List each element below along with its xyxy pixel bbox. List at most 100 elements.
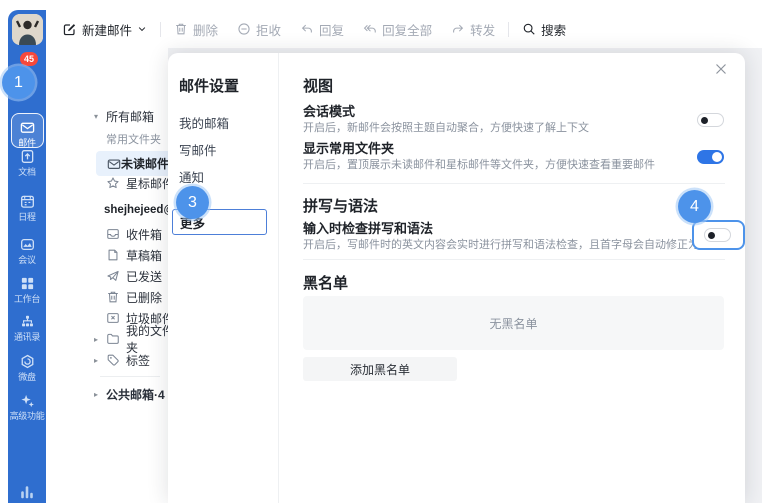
reply-button[interactable]: 回复 — [300, 20, 344, 39]
spam-box-icon — [106, 311, 120, 325]
workbench-grid-icon — [20, 276, 35, 291]
inbox-icon — [106, 227, 120, 241]
conversation-mode-desc: 开启后，新邮件会按照主题自动聚合，方便快速了解上下文 — [303, 119, 589, 135]
compose-label: 新建邮件 — [82, 20, 132, 39]
bar-chart-icon — [19, 484, 35, 500]
folder-label: 收件箱 — [126, 226, 162, 243]
collapse-arrow-icon[interactable]: ▾ — [94, 112, 106, 121]
all-mailboxes-label: 所有邮箱 — [106, 108, 154, 125]
sidebar-item-meeting[interactable]: 会议 — [8, 237, 46, 265]
close-button[interactable] — [713, 61, 729, 77]
mail-settings-panel: 邮件设置 我的邮箱 写邮件 通知 规则 更多 视图 会话模式 开启后，新邮件会按… — [168, 53, 745, 503]
meeting-icon — [20, 237, 35, 252]
expand-arrow-icon[interactable]: ▸ — [94, 356, 106, 365]
avatar[interactable] — [12, 14, 43, 45]
search-button[interactable]: 搜索 — [522, 20, 566, 39]
delete-label: 删除 — [193, 20, 218, 39]
forward-label: 转发 — [470, 20, 495, 39]
usage-stats-button[interactable] — [8, 484, 46, 500]
close-icon — [713, 61, 729, 77]
folder-label: 星标邮件 — [126, 175, 174, 192]
sidebar-item-workbench[interactable]: 工作台 — [8, 276, 46, 304]
reject-label: 拒收 — [256, 20, 281, 39]
minus-circle-icon — [237, 22, 251, 36]
compose-button[interactable]: 新建邮件 — [62, 20, 147, 39]
star-icon — [106, 176, 120, 190]
common-folders-toggle[interactable] — [697, 150, 724, 164]
spellcheck-toggle[interactable] — [704, 228, 731, 242]
unread-mail-icon — [107, 157, 121, 171]
add-blacklist-button[interactable]: 添加黑名单 — [303, 357, 457, 381]
expand-arrow-icon[interactable]: ▸ — [94, 335, 106, 344]
common-folders-desc: 开启后，置顶展示未读邮件和星标邮件等文件夹，方便快速查看重要邮件 — [303, 156, 655, 172]
spellcheck-desc: 开启后，写邮件时的英文内容会实时进行拼写和语法检查，且首字母会自动修正为大写。 — [303, 236, 732, 252]
sidebar-item-drive[interactable]: 微盘 — [8, 354, 46, 382]
reply-all-label: 回复全部 — [382, 20, 432, 39]
annotation-badge-1: 1 — [2, 66, 35, 99]
rail-unread-count-badge: 45 — [20, 52, 38, 66]
reply-all-button[interactable]: 回复全部 — [363, 20, 432, 39]
sidebar-item-label: 会议 — [18, 255, 35, 265]
annotation-badge-4: 4 — [678, 190, 711, 223]
sidebar-item-label: 工作台 — [14, 294, 40, 304]
settings-menu-divider — [278, 53, 279, 503]
conversation-mode-toggle[interactable] — [697, 113, 724, 127]
forward-button[interactable]: 转发 — [451, 20, 495, 39]
folder-label: 公共邮箱·4 — [106, 386, 165, 403]
drive-hexagon-icon — [20, 354, 35, 369]
sidebar-item-label: 日程 — [18, 212, 35, 222]
folder-label: 未读邮件 — [121, 155, 169, 172]
compose-icon — [62, 22, 77, 37]
search-label: 搜索 — [541, 20, 566, 39]
sidebar-item-advanced[interactable]: 高级功能 — [8, 393, 46, 421]
blacklist-empty-label: 无黑名单 — [489, 315, 537, 332]
folder-pane: ▾ 所有邮箱 常用文件夹 未读邮件 424 星标邮件 shejhejeed@12… — [46, 48, 168, 503]
toolbar-divider — [160, 22, 161, 37]
settings-menu-notification[interactable]: 通知 — [179, 167, 204, 186]
delete-button[interactable]: 删除 — [174, 20, 218, 39]
reject-button[interactable]: 拒收 — [237, 20, 281, 39]
toggle-knob — [712, 152, 722, 162]
forward-icon — [451, 22, 465, 36]
settings-menu-my-mailbox[interactable]: 我的邮箱 — [179, 113, 229, 132]
search-icon — [522, 22, 536, 36]
contacts-org-icon — [20, 314, 35, 329]
sidebar-item-calendar[interactable]: 日程 — [8, 194, 46, 222]
sidebar-item-label: 通讯录 — [14, 332, 40, 342]
toggle-knob — [701, 117, 708, 124]
folder-label: 草稿箱 — [126, 247, 162, 264]
add-blacklist-label: 添加黑名单 — [350, 361, 410, 378]
folder-list-divider — [100, 376, 160, 377]
sidebar-item-label: 高级功能 — [10, 411, 45, 421]
settings-title: 邮件设置 — [179, 75, 239, 96]
common-folders-title: 显示常用文件夹 — [303, 138, 394, 157]
document-icon — [20, 149, 35, 164]
sparkle-icon — [20, 393, 35, 408]
toggle-knob — [708, 232, 715, 239]
sidebar-item-mail[interactable]: 邮件 — [8, 120, 46, 148]
common-folders-section-label: 常用文件夹 — [106, 131, 161, 147]
spelling-section-heading: 拼写与语法 — [303, 195, 378, 216]
sidebar-item-contacts[interactable]: 通讯录 — [8, 314, 46, 342]
folder-label: 标签 — [126, 352, 150, 369]
expand-arrow-icon[interactable]: ▸ — [94, 390, 106, 399]
settings-menu-compose[interactable]: 写邮件 — [179, 140, 217, 159]
tag-icon — [106, 353, 120, 367]
spellcheck-title: 输入时检查拼写和语法 — [303, 218, 433, 237]
trash-icon — [174, 22, 188, 36]
mail-item-highlight-box — [11, 113, 44, 148]
blacklist-section-heading: 黑名单 — [303, 272, 348, 293]
section-divider — [303, 183, 725, 184]
sidebar-item-docs[interactable]: 文档 — [8, 149, 46, 177]
conversation-mode-title: 会话模式 — [303, 101, 355, 120]
sidebar-item-label: 文档 — [18, 167, 35, 177]
avatar-person-image — [12, 14, 43, 45]
reply-icon — [300, 22, 314, 36]
send-plane-icon — [106, 269, 120, 283]
folder-label: 已发送 — [126, 268, 162, 285]
folder-icon — [106, 332, 120, 346]
folder-label: 已删除 — [126, 289, 162, 306]
chevron-down-icon — [137, 24, 147, 34]
draft-file-icon — [106, 248, 120, 262]
mail-toolbar: 新建邮件 删除 拒收 回复 回复全部 转发 — [46, 10, 762, 48]
